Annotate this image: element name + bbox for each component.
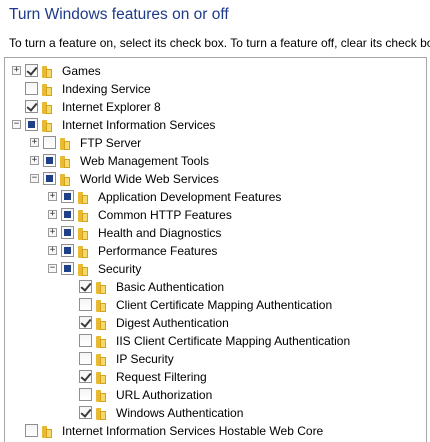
folder-icon xyxy=(41,64,54,78)
feature-checkbox[interactable] xyxy=(79,406,92,419)
feature-label: URL Authorization xyxy=(116,388,213,402)
folder-icon xyxy=(41,118,54,132)
folder-icon xyxy=(59,172,72,186)
expand-icon[interactable]: + xyxy=(12,66,21,75)
feature-checkbox[interactable] xyxy=(61,190,74,203)
expand-icon[interactable]: + xyxy=(48,228,57,237)
feature-checkbox[interactable] xyxy=(79,280,92,293)
folder-icon xyxy=(95,352,108,366)
expand-icon[interactable]: + xyxy=(48,210,57,219)
tree-item[interactable]: + Web Management Tools xyxy=(5,152,426,170)
feature-checkbox[interactable] xyxy=(61,226,74,239)
tree-item[interactable]: + Health and Diagnostics xyxy=(5,224,426,242)
folder-icon xyxy=(95,298,108,312)
feature-label: Internet Explorer 8 xyxy=(62,100,161,114)
tree-item[interactable]: Basic Authentication xyxy=(5,278,426,296)
feature-label: Web Management Tools xyxy=(80,154,209,168)
dialog-title: Turn Windows features on or off xyxy=(9,6,229,23)
collapse-icon[interactable]: − xyxy=(48,264,57,273)
folder-icon xyxy=(77,190,90,204)
feature-label: Application Development Features xyxy=(98,190,282,204)
feature-checkbox[interactable] xyxy=(25,424,38,437)
tree-item[interactable]: − Security xyxy=(5,260,426,278)
tree-item[interactable]: − Internet Information Services xyxy=(5,116,426,134)
tree-item[interactable]: Digest Authentication xyxy=(5,314,426,332)
folder-icon xyxy=(77,226,90,240)
folder-icon xyxy=(41,82,54,96)
feature-label: Indexing Service xyxy=(62,82,151,96)
tree-item[interactable]: + Performance Features xyxy=(5,242,426,260)
feature-label: IP Security xyxy=(116,352,174,366)
feature-checkbox[interactable] xyxy=(25,64,38,77)
tree-item[interactable]: + Application Development Features xyxy=(5,188,426,206)
feature-checkbox[interactable] xyxy=(43,136,56,149)
feature-checkbox[interactable] xyxy=(79,316,92,329)
expand-icon[interactable]: + xyxy=(48,246,57,255)
feature-label: Digest Authentication xyxy=(116,316,229,330)
feature-checkbox[interactable] xyxy=(61,262,74,275)
folder-icon xyxy=(95,280,108,294)
folder-icon xyxy=(95,334,108,348)
expand-icon[interactable]: + xyxy=(30,156,39,165)
tree-item[interactable]: URL Authorization xyxy=(5,386,426,404)
tree-item[interactable]: Request Filtering xyxy=(5,368,426,386)
folder-icon xyxy=(59,154,72,168)
feature-checkbox[interactable] xyxy=(79,334,92,347)
folder-icon xyxy=(77,244,90,258)
feature-label: Health and Diagnostics xyxy=(98,226,222,240)
folder-icon xyxy=(77,208,90,222)
folder-icon xyxy=(77,262,90,276)
feature-checkbox[interactable] xyxy=(43,154,56,167)
tree-item[interactable]: Internet Explorer 8 xyxy=(5,98,426,116)
folder-icon xyxy=(95,388,108,402)
collapse-icon[interactable]: − xyxy=(30,174,39,183)
tree-item[interactable]: + Games xyxy=(5,62,426,80)
expand-icon[interactable]: + xyxy=(48,192,57,201)
folder-icon xyxy=(95,370,108,384)
feature-checkbox[interactable] xyxy=(43,172,56,185)
feature-label: IIS Client Certificate Mapping Authentic… xyxy=(116,334,351,348)
dialog-description: To turn a feature on, select its check b… xyxy=(9,36,430,50)
feature-label: Basic Authentication xyxy=(116,280,225,294)
feature-label: FTP Server xyxy=(80,136,142,150)
feature-checkbox[interactable] xyxy=(25,118,38,131)
tree-item[interactable]: IP Security xyxy=(5,350,426,368)
feature-label: Windows Authentication xyxy=(116,406,244,420)
folder-icon xyxy=(95,406,108,420)
feature-label: Common HTTP Features xyxy=(98,208,232,222)
feature-checkbox[interactable] xyxy=(79,298,92,311)
feature-label: Request Filtering xyxy=(116,370,207,384)
folder-icon xyxy=(41,100,54,114)
feature-label: Security xyxy=(98,262,142,276)
expand-icon[interactable]: + xyxy=(30,138,39,147)
folder-icon xyxy=(41,424,54,438)
feature-label: Performance Features xyxy=(98,244,218,258)
feature-checkbox[interactable] xyxy=(79,370,92,383)
folder-icon xyxy=(95,316,108,330)
tree-item[interactable]: + Common HTTP Features xyxy=(5,206,426,224)
feature-checkbox[interactable] xyxy=(25,82,38,95)
tree-item[interactable]: Client Certificate Mapping Authenticatio… xyxy=(5,296,426,314)
feature-checkbox[interactable] xyxy=(79,388,92,401)
feature-checkbox[interactable] xyxy=(25,100,38,113)
feature-label: Games xyxy=(62,64,101,78)
features-tree[interactable]: + Games Indexing Service Internet Explorer … xyxy=(4,57,427,442)
feature-checkbox[interactable] xyxy=(61,244,74,257)
folder-icon xyxy=(59,136,72,150)
feature-checkbox[interactable] xyxy=(79,352,92,365)
feature-checkbox[interactable] xyxy=(61,208,74,221)
tree-item[interactable]: + FTP Server xyxy=(5,134,426,152)
feature-label: Client Certificate Mapping Authenticatio… xyxy=(116,298,333,312)
feature-label: Internet Information Services xyxy=(62,118,216,132)
collapse-icon[interactable]: − xyxy=(12,120,21,129)
tree-item[interactable]: Internet Information Services Hostable W… xyxy=(5,422,426,440)
feature-label: World Wide Web Services xyxy=(80,172,219,186)
tree-item[interactable]: IIS Client Certificate Mapping Authentic… xyxy=(5,332,426,350)
tree-item[interactable]: Indexing Service xyxy=(5,80,426,98)
tree-item[interactable]: − World Wide Web Services xyxy=(5,170,426,188)
tree-item[interactable]: Windows Authentication xyxy=(5,404,426,422)
feature-label: Internet Information Services Hostable W… xyxy=(62,424,324,438)
